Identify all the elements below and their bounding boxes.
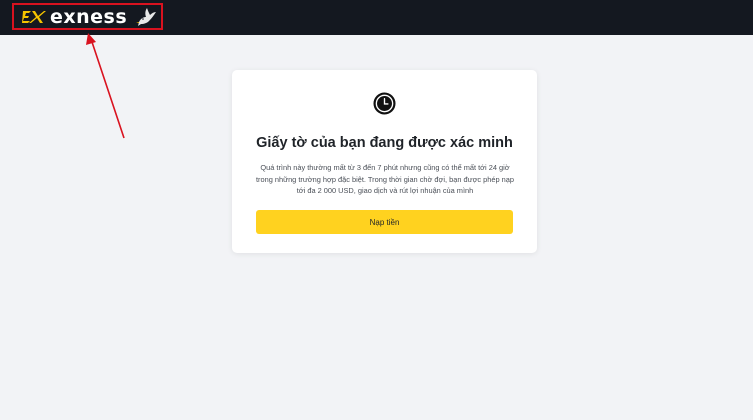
clock-icon xyxy=(373,92,396,115)
deposit-button[interactable]: Nạp tiền xyxy=(256,210,513,234)
top-navigation-bar: exness xyxy=(0,0,753,35)
verification-status-card: Giấy tờ của bạn đang được xác minh Quá t… xyxy=(232,70,537,253)
card-title: Giấy tờ của bạn đang được xác minh xyxy=(256,135,513,151)
logo-highlight-frame xyxy=(12,3,163,30)
card-description: Quá trình này thường mất từ 3 đến 7 phút… xyxy=(256,163,514,195)
